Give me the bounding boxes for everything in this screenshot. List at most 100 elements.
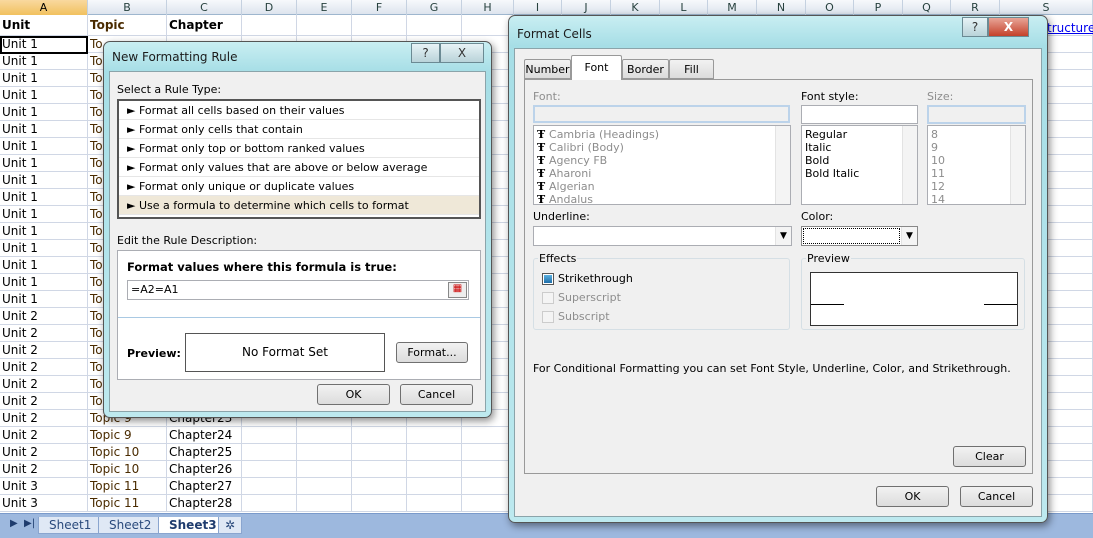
cell-a[interactable]: Unit 1 [0,291,88,307]
scrollbar[interactable] [1010,126,1025,204]
cell-d[interactable] [242,15,297,35]
cell-g[interactable] [407,461,462,477]
list-item[interactable]: Ŧ Cambria (Headings) [537,128,787,141]
cell-e[interactable] [297,15,352,35]
list-item[interactable]: Bold Italic [805,167,914,180]
ok-button[interactable]: OK [876,486,949,507]
list-item[interactable]: Bold [805,154,914,167]
font-style-input[interactable] [801,105,918,124]
column-header-k[interactable]: K [611,0,660,15]
underline-dropdown[interactable]: ▼ [533,226,792,246]
cell-b[interactable]: Topic [88,15,167,35]
collapse-dialog-icon[interactable]: ▦ [448,282,467,298]
help-button[interactable]: ? [411,43,440,63]
cell-e[interactable] [297,427,352,443]
column-header-g[interactable]: G [407,0,462,15]
column-header-s[interactable]: S [1000,0,1093,15]
sheet-tab-sheet2[interactable]: Sheet2 [98,517,163,534]
cell-a[interactable]: Unit 1 [0,172,88,188]
cell-d[interactable] [242,461,297,477]
cell-g[interactable] [407,495,462,511]
cell-a[interactable]: Unit 2 [0,461,88,477]
cell-d[interactable] [242,444,297,460]
column-header-b[interactable]: B [88,0,167,15]
cell-b[interactable]: Topic 11 [88,478,167,494]
close-button[interactable]: X [988,17,1029,37]
cell-e[interactable] [297,444,352,460]
font-list[interactable]: Ŧ Cambria (Headings) Ŧ Calibri (Body) Ŧ Ag… [533,125,791,206]
cell-a[interactable]: Unit 2 [0,427,88,443]
ok-button[interactable]: OK [317,384,390,405]
list-item[interactable]: 11 [931,167,1022,180]
help-button[interactable]: ? [962,17,988,37]
cell-h[interactable] [462,427,514,443]
cancel-button[interactable]: Cancel [400,384,473,405]
cell-a[interactable]: Unit 1 [0,104,88,120]
column-header-j[interactable]: J [562,0,611,15]
formula-input[interactable]: =A2=A1 ▦ [127,280,469,300]
chevron-down-icon[interactable]: ▼ [901,227,917,245]
cancel-button[interactable]: Cancel [960,486,1033,507]
cell-a[interactable]: Unit 1 [0,240,88,256]
cell-a[interactable]: Unit 1 [0,53,88,69]
cell-a[interactable]: Unit 2 [0,308,88,324]
cell-a[interactable]: Unit 2 [0,444,88,460]
superscript-checkbox[interactable] [542,292,554,304]
list-item[interactable]: Regular [805,128,914,141]
hyperlink-cell[interactable]: tructure- [1047,21,1093,35]
cell-f[interactable] [352,461,407,477]
cell-e[interactable] [297,478,352,494]
subscript-checkbox[interactable] [542,311,554,323]
rule-type-item[interactable]: ► Format only cells that contain [119,120,479,139]
cell-b[interactable]: Topic 10 [88,461,167,477]
insert-sheet-icon[interactable]: ✲ [218,517,243,534]
column-header-c[interactable]: C [167,0,242,15]
cell-a[interactable]: Unit [0,15,88,35]
cell-b[interactable]: Topic 10 [88,444,167,460]
sheet-tab-sheet1[interactable]: Sheet1 [38,517,103,534]
tab-fill[interactable]: Fill [669,59,714,79]
cell-a[interactable]: Unit 3 [0,495,88,511]
column-header-e[interactable]: E [297,0,352,15]
list-item[interactable]: 9 [931,141,1022,154]
rule-type-list[interactable]: ► Format all cells based on their values… [117,99,481,219]
cell-d[interactable] [242,495,297,511]
font-input[interactable] [533,105,790,123]
cell-c[interactable]: Chapter25 [167,444,242,460]
next-sheet-icon[interactable]: ▶ [10,518,18,529]
cell-a[interactable]: Unit 2 [0,342,88,358]
font-style-list[interactable]: Regular Italic Bold Bold Italic [801,125,918,205]
cell-d[interactable] [242,478,297,494]
column-header-a[interactable]: A [0,0,88,15]
list-item[interactable]: Ŧ Algerian [537,180,787,193]
list-item[interactable]: 10 [931,154,1022,167]
column-header-p[interactable]: P [854,0,903,15]
close-button[interactable]: X [440,43,484,63]
active-cell-a2[interactable] [0,36,88,54]
cell-h[interactable] [462,478,514,494]
clear-button[interactable]: Clear [953,446,1026,467]
cell-a[interactable]: Unit 1 [0,223,88,239]
cell-c[interactable]: Chapter [167,15,242,35]
cell-h[interactable] [462,495,514,511]
scrollbar[interactable] [902,126,917,204]
column-header-h[interactable]: H [462,0,514,15]
column-header-q[interactable]: Q [903,0,951,15]
cell-d[interactable] [242,427,297,443]
cell-h[interactable] [462,15,514,35]
column-header-m[interactable]: M [708,0,757,15]
column-header-d[interactable]: D [242,0,297,15]
cell-f[interactable] [352,15,407,35]
rule-type-item[interactable]: ► Format only values that are above or b… [119,158,479,177]
cell-a[interactable]: Unit 2 [0,393,88,409]
list-item[interactable]: Ŧ Andalus [537,193,787,206]
rule-type-item[interactable]: ► Format only unique or duplicate values [119,177,479,196]
cell-a[interactable]: Unit 2 [0,359,88,375]
list-item[interactable]: 8 [931,128,1022,141]
cell-c[interactable]: Chapter28 [167,495,242,511]
column-header-i[interactable]: I [514,0,562,15]
cell-a[interactable]: Unit 1 [0,70,88,86]
list-item[interactable]: 12 [931,180,1022,193]
column-header-l[interactable]: L [660,0,708,15]
cell-c[interactable]: Chapter27 [167,478,242,494]
